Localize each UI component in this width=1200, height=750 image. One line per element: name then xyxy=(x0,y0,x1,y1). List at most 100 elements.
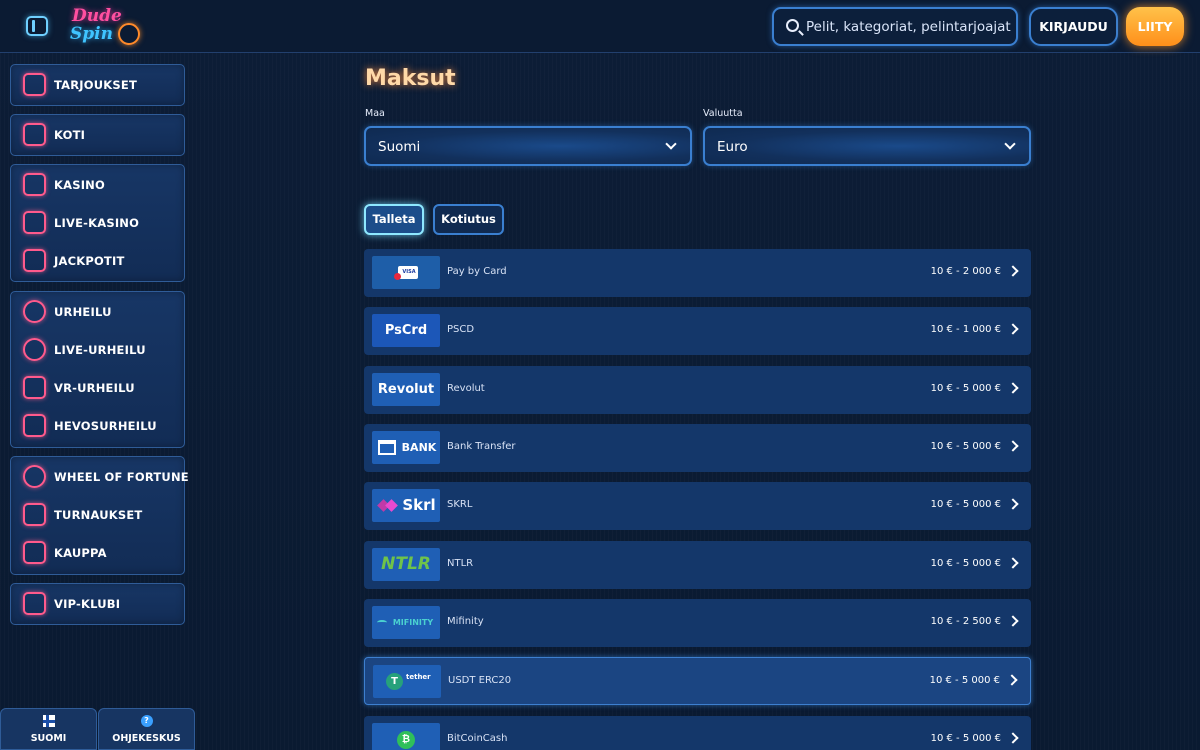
currency-value: Euro xyxy=(717,139,748,155)
chevron-down-icon xyxy=(665,138,677,150)
spade-icon xyxy=(23,173,46,196)
sidebar-item-label: URHEILU xyxy=(54,305,112,319)
join-button[interactable]: LIITY xyxy=(1126,7,1184,46)
payment-method-limits: 10 € - 5 000 € xyxy=(930,441,1001,452)
wheel-icon xyxy=(23,465,46,488)
sidebar-item-tarjoukset[interactable]: TARJOUKSET xyxy=(11,66,186,104)
sidebar-item-label: KOTI xyxy=(54,128,86,142)
payment-method-row[interactable]: Revolut Revolut 10 € - 5 000 € xyxy=(364,366,1031,414)
sidebar-item-turnaukset[interactable]: TURNAUKSET xyxy=(11,496,186,534)
sidebar-item-live-urheilu[interactable]: LIVE-URHEILU xyxy=(11,331,186,369)
help-icon: ? xyxy=(140,715,153,727)
logo-text-spin: Spin xyxy=(70,24,113,44)
home-icon xyxy=(23,123,46,146)
country-select[interactable]: Suomi xyxy=(364,126,692,166)
page-title: Maksut xyxy=(365,66,456,91)
ntlr-logo-icon: NTLR xyxy=(372,548,440,581)
shop-bag-icon xyxy=(23,541,46,564)
chevron-right-icon xyxy=(1007,615,1019,627)
gamepad-icon xyxy=(23,376,46,399)
payment-method-name: Revolut xyxy=(447,383,485,394)
sidebar-item-kauppa[interactable]: KAUPPA xyxy=(11,534,186,572)
payment-method-name: PSCD xyxy=(447,324,475,335)
sidebar-item-vr-urheilu[interactable]: VR-URHEILU xyxy=(11,369,186,407)
payment-method-row[interactable]: VISA Pay by Card 10 € - 2 000 € xyxy=(364,249,1031,297)
sidebar-item-label: JACKPOTIT xyxy=(54,254,125,268)
logo-text-dude: Dude xyxy=(72,6,122,26)
payment-method-limits: 10 € - 1 000 € xyxy=(930,324,1001,335)
payment-method-row[interactable]: BANK Bank Transfer 10 € - 5 000 € xyxy=(364,424,1031,472)
logo-ball-icon xyxy=(118,23,140,45)
payment-method-limits: 10 € - 2 500 € xyxy=(930,616,1001,627)
payment-method-row[interactable]: Skrl SKRL 10 € - 5 000 € xyxy=(364,482,1031,530)
sevens-icon xyxy=(23,249,46,272)
dudespin-logo[interactable]: Dude Spin xyxy=(68,5,150,49)
sidebar-item-kasino[interactable]: KASINO xyxy=(11,166,186,204)
sidebar-group-extras: WHEEL OF FORTUNE TURNAUKSET KAUPPA xyxy=(10,456,189,575)
sidebar-group-sports: URHEILU LIVE-URHEILU VR-URHEILU HEVOSURH… xyxy=(10,291,185,448)
sidebar-item-label: TURNAUKSET xyxy=(54,508,143,522)
sidebar-item-jackpotit[interactable]: JACKPOTIT xyxy=(11,242,186,280)
sidebar-item-wheel-of-fortune[interactable]: WHEEL OF FORTUNE xyxy=(11,458,189,496)
sidebar-toggle-icon[interactable] xyxy=(26,16,48,36)
language-label: SUOMI xyxy=(30,733,67,744)
sidebar-item-urheilu[interactable]: URHEILU xyxy=(11,293,186,331)
login-button[interactable]: KIRJAUDU xyxy=(1029,7,1118,46)
sidebar-item-label: VIP-KLUBI xyxy=(54,597,121,611)
sidebar-item-vip-klubi[interactable]: VIP-KLUBI xyxy=(11,585,186,623)
search-box[interactable] xyxy=(772,7,1018,46)
sidebar-item-label: LIVE-URHEILU xyxy=(54,343,146,357)
bottom-bar: SUOMI ? OHJEKESKUS xyxy=(0,708,195,750)
help-center-button[interactable]: ? OHJEKESKUS xyxy=(98,708,195,750)
country-label: Maa xyxy=(365,108,385,119)
payment-method-name: Pay by Card xyxy=(447,266,507,277)
sidebar-item-label: TARJOUKSET xyxy=(54,78,137,92)
chevron-down-icon xyxy=(1004,138,1016,150)
payment-method-limits: 10 € - 5 000 € xyxy=(930,383,1001,394)
chevron-right-icon xyxy=(1007,732,1019,744)
sidebar-group-home: KOTI xyxy=(10,114,185,156)
crown-icon xyxy=(23,592,46,615)
chevron-right-icon xyxy=(1007,382,1019,394)
payment-method-limits: 10 € - 5 000 € xyxy=(930,558,1001,569)
search-icon xyxy=(786,19,799,32)
card-logo-icon: VISA xyxy=(372,256,440,289)
payment-method-name: Bank Transfer xyxy=(447,441,516,452)
mifinity-logo-icon: MIFINITY xyxy=(372,606,440,639)
live-icon xyxy=(23,338,46,361)
chevron-right-icon xyxy=(1007,440,1019,452)
pscrd-logo-icon: PsCrd xyxy=(372,314,440,347)
payment-method-row[interactable]: PsCrd PSCD 10 € - 1 000 € xyxy=(364,307,1031,355)
sidebar-item-label: KASINO xyxy=(54,178,105,192)
payment-method-name: Mifinity xyxy=(447,616,484,627)
payment-method-limits: 10 € - 5 000 € xyxy=(930,499,1001,510)
cards-icon xyxy=(23,211,46,234)
mifinity-logo-text: MIFINITY xyxy=(392,618,434,627)
bitcoincash-logo-text: ₿ xyxy=(397,731,415,749)
search-input[interactable] xyxy=(806,17,1011,37)
sidebar-item-label: KAUPPA xyxy=(54,546,107,560)
country-value: Suomi xyxy=(378,139,421,155)
sidebar-item-label: WHEEL OF FORTUNE xyxy=(54,470,189,484)
payment-method-row[interactable]: T tether USDT ERC20 10 € - 5 000 € xyxy=(364,657,1031,705)
currency-select[interactable]: Euro xyxy=(703,126,1031,166)
pscrd-logo-text: PsCrd xyxy=(384,323,428,338)
bank-logo-text: BANK xyxy=(401,441,437,454)
revolut-logo-icon: Revolut xyxy=(372,373,440,406)
payment-method-row[interactable]: NTLR NTLR 10 € - 5 000 € xyxy=(364,541,1031,589)
sidebar-item-koti[interactable]: KOTI xyxy=(11,116,186,154)
tab-withdrawal[interactable]: Kotiutus xyxy=(433,204,504,235)
tab-deposit[interactable]: Talleta xyxy=(364,204,424,235)
trophy-icon xyxy=(23,503,46,526)
payment-method-row[interactable]: MIFINITY Mifinity 10 € - 2 500 € xyxy=(364,599,1031,647)
payment-method-limits: 10 € - 5 000 € xyxy=(930,733,1001,744)
skrl-logo-text: Skrl xyxy=(402,496,436,514)
payment-method-limits: 10 € - 5 000 € xyxy=(929,675,1000,686)
language-button[interactable]: SUOMI xyxy=(0,708,97,750)
megaphone-icon xyxy=(23,73,46,96)
sidebar-item-hevosurheilu[interactable]: HEVOSURHEILU xyxy=(11,407,186,445)
chevron-right-icon xyxy=(1007,557,1019,569)
sidebar-item-live-kasino[interactable]: LIVE-KASINO xyxy=(11,204,186,242)
tether-logo-text: tether xyxy=(406,673,431,681)
payment-method-row[interactable]: ₿ BitCoinCash 10 € - 5 000 € xyxy=(364,716,1031,750)
